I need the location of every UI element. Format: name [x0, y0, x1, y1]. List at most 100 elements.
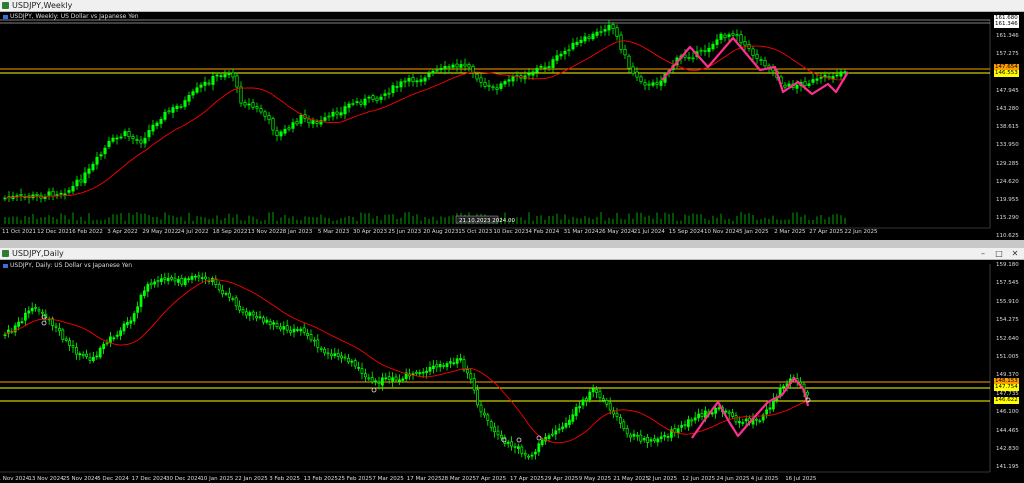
- candle-body: [530, 454, 534, 457]
- candle-body: [783, 84, 787, 88]
- maximize-icon[interactable]: □: [992, 248, 1006, 259]
- candle-body: [139, 139, 143, 144]
- candle-body: [403, 80, 407, 83]
- candle-body: [693, 417, 697, 421]
- candle-body: [239, 86, 243, 104]
- candle-body: [727, 411, 731, 414]
- candle-body: [411, 373, 415, 376]
- candle-body: [343, 356, 347, 359]
- candle-body: [499, 83, 503, 89]
- candle-body: [423, 77, 427, 82]
- candle-body: [643, 82, 647, 86]
- weekly-title-bar[interactable]: USDJPY,Weekly: [0, 0, 1024, 12]
- candle-body: [251, 311, 255, 316]
- candle-body: [295, 121, 299, 125]
- candle-body: [108, 336, 112, 344]
- price-tick: 152.640: [996, 335, 1019, 342]
- candle-body: [224, 292, 228, 295]
- price-label: 161.346: [994, 21, 1019, 28]
- candle-body: [724, 410, 728, 413]
- candle-body: [241, 309, 245, 313]
- candle-body: [639, 434, 643, 442]
- candle-body: [559, 53, 563, 57]
- close-icon[interactable]: ✕: [1008, 248, 1022, 259]
- candle-body: [513, 445, 517, 448]
- candle-body: [581, 399, 585, 406]
- candle-body: [102, 343, 106, 350]
- daily-chart-window[interactable]: USDJPY,Daily – □ ✕ USDJPY, Daily: US Dol…: [0, 248, 1024, 483]
- candle-body: [421, 371, 425, 374]
- candle-body: [483, 82, 487, 87]
- time-tick: 15 Oct 2023: [458, 229, 493, 235]
- candle-body: [200, 277, 204, 279]
- candle-body: [476, 389, 479, 406]
- candle-body: [219, 75, 223, 77]
- candle-body: [815, 78, 819, 81]
- time-tick: 7 Mar 2025: [372, 476, 404, 482]
- candle-body: [618, 417, 622, 424]
- candle-body: [331, 111, 335, 117]
- candle-body: [88, 357, 92, 361]
- candle-body: [107, 141, 111, 147]
- candle-body: [255, 106, 259, 109]
- price-tick: 110.625: [996, 233, 1019, 240]
- window-separator: [0, 240, 1024, 248]
- candle-body: [407, 77, 411, 82]
- candle-body: [151, 124, 155, 132]
- candle-body: [333, 353, 337, 357]
- daily-title-bar[interactable]: USDJPY,Daily – □ ✕: [0, 248, 1024, 260]
- weekly-chart-header: USDJPY, Weekly: US Dollar vs Japanese Ye…: [3, 13, 139, 20]
- candle-body: [435, 364, 439, 368]
- candle-body: [275, 130, 279, 137]
- daily-chart-canvas[interactable]: [0, 260, 1024, 483]
- candle-body: [149, 282, 153, 286]
- candle-body: [95, 156, 99, 165]
- candle-body: [827, 75, 831, 79]
- weekly-chart-canvas[interactable]: 21.10.2023 2024.00: [0, 12, 1024, 240]
- candle-body: [381, 377, 384, 386]
- candle-body: [516, 446, 520, 449]
- candle-body: [156, 280, 160, 283]
- candle-body: [291, 122, 295, 129]
- candle-body: [112, 337, 116, 340]
- time-tick: 9 May 2025: [578, 476, 612, 482]
- candle-body: [63, 193, 67, 196]
- candle-body: [103, 147, 107, 155]
- candle-body: [723, 34, 727, 39]
- candle-body: [550, 433, 554, 436]
- candle-body: [99, 154, 103, 157]
- candle-body: [231, 298, 235, 300]
- candle-body: [357, 367, 360, 369]
- candle-body: [523, 453, 527, 456]
- time-tick: 30 Apr 2023: [353, 229, 388, 235]
- candle-body: [707, 47, 711, 52]
- candle-body: [537, 443, 541, 453]
- time-tick: 2 Jun 2025: [647, 476, 678, 482]
- candle-body: [495, 87, 499, 90]
- candle-body: [335, 111, 339, 115]
- daily-window-title: USDJPY,Daily: [12, 249, 64, 258]
- candle-body: [24, 312, 27, 321]
- candle-body: [839, 71, 843, 77]
- candle-body: [395, 86, 399, 88]
- candle-body: [651, 82, 655, 86]
- candle-body: [135, 139, 139, 142]
- candle-body: [326, 352, 330, 355]
- candle-body: [571, 414, 575, 422]
- candle-body: [711, 44, 715, 50]
- candle-body: [759, 59, 763, 61]
- price-tick: 151.005: [996, 354, 1019, 360]
- minimize-icon[interactable]: –: [976, 248, 990, 259]
- candle-body: [741, 422, 745, 424]
- candle-body: [765, 409, 768, 415]
- time-tick: 27 Apr 2025: [809, 229, 844, 235]
- candle-body: [427, 73, 431, 78]
- candle-body: [367, 96, 371, 99]
- weekly-chart-window[interactable]: USDJPY,Weekly 21.10.2023 2024.00 USDJPY,…: [0, 0, 1024, 240]
- candle-body: [179, 106, 183, 108]
- candle-body: [466, 369, 469, 374]
- candle-body: [311, 120, 315, 125]
- candle-body: [245, 311, 248, 316]
- candle-body: [483, 412, 486, 416]
- candle-body: [795, 84, 799, 89]
